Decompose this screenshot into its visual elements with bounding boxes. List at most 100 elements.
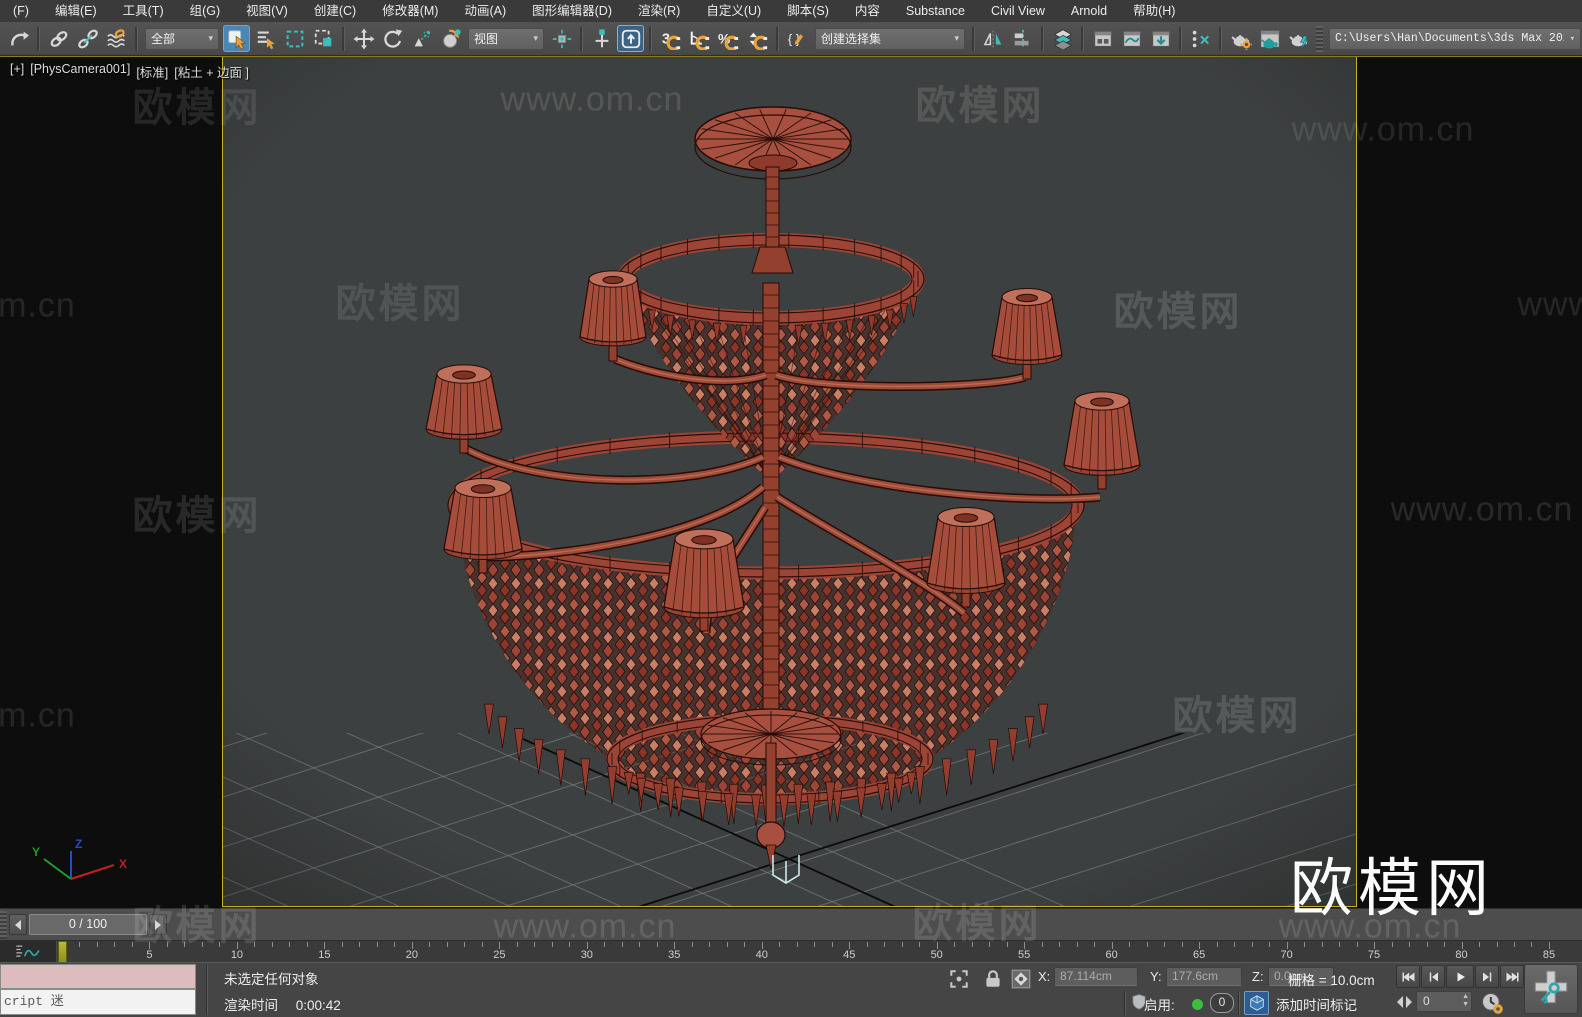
menu-item-10[interactable]: 渲染(R) [625, 0, 693, 22]
menu-item-5[interactable]: 视图(V) [233, 0, 301, 22]
align-button[interactable] [1009, 25, 1036, 52]
menu-item-2[interactable]: 编辑(E) [42, 0, 110, 22]
ruler-tick [1496, 942, 1498, 947]
project-folder-dropdown[interactable]: C:\Users\Han\Documents\3ds Max 2022 ▾ [1329, 27, 1581, 50]
select-by-name-button[interactable] [252, 25, 279, 52]
maxscript-listener-pink[interactable] [0, 964, 196, 989]
menu-item-8[interactable]: 动画(A) [451, 0, 519, 22]
selection-lock-icon[interactable] [982, 968, 1004, 990]
ruler-tick [551, 942, 553, 947]
next-frame-arrow[interactable] [149, 914, 167, 935]
curve-editor-button[interactable] [1118, 25, 1145, 52]
keyboard-shortcut-override-toggle[interactable] [617, 25, 644, 52]
edit-named-selection-sets-button[interactable]: { } [784, 25, 811, 52]
mini-curve-editor-button[interactable] [0, 941, 57, 963]
spinner-snap-toggle[interactable] [744, 25, 771, 52]
ruler-tick [1129, 942, 1131, 947]
time-slider-row[interactable]: 0 / 100 [0, 908, 1582, 940]
named-selection-set-dropdown[interactable]: 创建选择集 ▾ [815, 27, 965, 50]
isolate-selection-icon[interactable] [948, 968, 970, 990]
selobj-icon [227, 29, 246, 50]
selection-filter-dropdown[interactable]: 全部 ▾ [145, 27, 219, 50]
set-key-button[interactable] [1524, 964, 1578, 1014]
ruler-tick [1041, 942, 1043, 947]
ruler-tick [271, 942, 273, 947]
play-button[interactable] [1446, 965, 1474, 988]
snap-toggle-3d[interactable]: 3 [657, 25, 684, 52]
menu-item-14[interactable]: Substance [893, 0, 978, 22]
select-object-button[interactable] [223, 25, 250, 52]
frame-ruler[interactable]: 0510152025303540455055606570758085 [57, 941, 1582, 963]
render-icon [1288, 34, 1308, 49]
viewport-standard-label[interactable]: [标准] [136, 62, 168, 81]
layer-manager-button[interactable] [1049, 25, 1076, 52]
viewport-shading-label[interactable]: [粘土 + 边面 ] [174, 62, 249, 81]
viewport-menu-plus[interactable]: [+] [10, 62, 24, 81]
current-frame-field[interactable]: 0 ▲ ▼ [1416, 991, 1472, 1012]
select-and-scale-button[interactable] [408, 25, 435, 52]
percent-snap-toggle[interactable]: % [715, 25, 742, 52]
time-configuration-icon[interactable] [1480, 991, 1504, 1015]
ruler-label: 85 [1542, 949, 1556, 961]
track-bar[interactable]: 0510152025303540455055606570758085 [0, 940, 1582, 963]
select-and-manipulate-button[interactable] [588, 25, 615, 52]
ruler-tick [236, 942, 238, 949]
use-pivot-center-button[interactable] [548, 25, 575, 52]
render-production-button[interactable] [1285, 25, 1312, 52]
spinner-arrows[interactable]: ▲ ▼ [1462, 993, 1469, 1009]
select-and-place-button[interactable] [437, 25, 464, 52]
bind-to-space-warp-button[interactable] [103, 25, 130, 52]
menu-item-16[interactable]: Arnold [1058, 0, 1120, 22]
add-time-tag-label[interactable]: 添加时间标记 [1276, 994, 1357, 1014]
menu-item-1[interactable]: (F) [0, 0, 42, 22]
maxscript-listener-input[interactable]: cript 迷 [0, 989, 196, 1015]
menu-item-3[interactable]: 工具(T) [110, 0, 177, 22]
render-setup-button[interactable] [1227, 25, 1254, 52]
viewport-camera-label[interactable]: [PhysCamera001] [30, 62, 130, 81]
time-tag-cube-icon[interactable] [1244, 991, 1269, 1015]
menu-item-17[interactable]: 帮助(H) [1120, 0, 1188, 22]
rendered-frame-window-button[interactable] [1256, 25, 1283, 52]
window-crossing-toggle[interactable] [310, 25, 337, 52]
go-to-end-button[interactable] [1500, 965, 1524, 988]
x-coord-field[interactable]: 87.114cm [1054, 967, 1138, 986]
unlink-selection-button[interactable] [74, 25, 101, 52]
select-and-move-button[interactable] [350, 25, 377, 52]
toggle-ribbon-button[interactable] [1089, 25, 1116, 52]
menu-item-11[interactable]: 自定义(U) [693, 0, 774, 22]
y-coord-field[interactable]: 177.6cm [1166, 967, 1242, 986]
menu-item-9[interactable]: 图形编辑器(D) [519, 0, 625, 22]
mirror-button[interactable] [980, 25, 1007, 52]
menu-item-6[interactable]: 创建(C) [301, 0, 369, 22]
menu-item-4[interactable]: 组(G) [177, 0, 234, 22]
ruler-tick [1251, 942, 1253, 947]
next-frame-button[interactable] [1475, 965, 1499, 988]
time-slider-position[interactable] [58, 941, 67, 963]
reference-coordinate-dropdown[interactable]: 视图 ▾ [468, 27, 544, 50]
menu-item-7[interactable]: 修改器(M) [369, 0, 451, 22]
go-to-start-button[interactable] [1396, 965, 1420, 988]
select-and-rotate-button[interactable] [379, 25, 406, 52]
schematic-view-button[interactable] [1147, 25, 1174, 52]
previous-frame-button[interactable] [1421, 965, 1445, 988]
angle-snap-toggle[interactable] [686, 25, 713, 52]
ribbon-icon [1093, 30, 1112, 47]
menu-item-13[interactable]: 内容 [842, 0, 893, 22]
viewport[interactable]: [+] [PhysCamera001] [标准] [粘土 + 边面 ] Z Y … [0, 56, 1582, 908]
frame-step-arrows[interactable] [1396, 995, 1413, 1009]
curve-icon [1122, 30, 1141, 47]
chevron-down-icon: ▾ [1569, 33, 1575, 44]
select-and-link-button[interactable] [45, 25, 72, 52]
previous-frame-arrow[interactable] [9, 914, 27, 935]
redo-button[interactable] [5, 25, 32, 52]
ruler-label: 15 [318, 949, 331, 961]
ruler-label: 25 [493, 949, 506, 961]
menu-item-15[interactable]: Civil View [978, 0, 1058, 22]
absolute-mode-icon[interactable] [1010, 968, 1032, 990]
rectangular-selection-region-button[interactable] [281, 25, 308, 52]
bind-icon [106, 28, 125, 48]
count-badge[interactable]: 0 [1210, 993, 1234, 1013]
scene-explorer-button[interactable] [1187, 25, 1214, 52]
menu-item-12[interactable]: 脚本(S) [774, 0, 842, 22]
time-slider-handle[interactable]: 0 / 100 [29, 914, 147, 935]
